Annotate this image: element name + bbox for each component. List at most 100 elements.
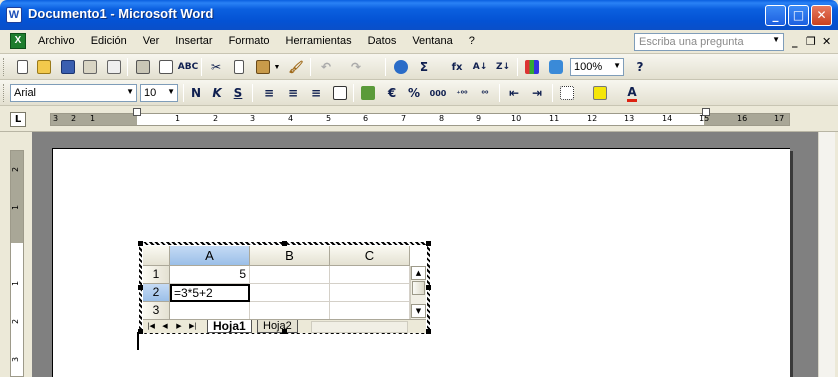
cell-a2[interactable]: =3*5+2	[170, 284, 250, 302]
increase-indent-icon[interactable]: ⇥	[527, 83, 547, 103]
resize-handle[interactable]	[282, 329, 287, 334]
spelling-icon[interactable]: ABC	[178, 57, 198, 77]
zoom-select[interactable]: 100% ▼	[570, 58, 624, 76]
right-indent-marker[interactable]	[702, 108, 710, 116]
column-header[interactable]: C	[330, 246, 410, 266]
row-header[interactable]: 3	[143, 302, 170, 320]
italic-button[interactable]: K	[207, 83, 227, 103]
next-sheet-icon[interactable]: ▶	[173, 321, 185, 332]
borders-icon[interactable]	[557, 83, 577, 103]
redo-icon[interactable]: ↷	[346, 57, 366, 77]
scroll-up-icon[interactable]: ▲	[411, 266, 426, 280]
open-folder-icon[interactable]	[34, 57, 54, 77]
word-app-icon[interactable]: W	[6, 7, 22, 23]
prev-sheet-icon[interactable]: ◀	[159, 321, 171, 332]
spreadsheet-grid[interactable]: A B C 1 2 3 5 =3*5+2 ▲ ▼ |◀ ◀ ▶ ▶| Hoja1…	[142, 245, 427, 333]
menu-formato[interactable]: Formato	[229, 35, 270, 47]
column-header[interactable]: B	[250, 246, 330, 266]
chevron-down-icon[interactable]: ▼	[613, 61, 621, 70]
cut-icon[interactable]: ✂	[206, 57, 226, 77]
increase-decimal-button[interactable]: ⁺⁰⁰	[452, 83, 472, 103]
print-icon[interactable]	[133, 57, 153, 77]
bold-button[interactable]: N	[186, 83, 206, 103]
doc-close-icon[interactable]: ✕	[822, 35, 831, 48]
cell-c1[interactable]	[330, 266, 410, 284]
chevron-down-icon[interactable]: ▼	[772, 35, 780, 44]
save-icon[interactable]	[58, 57, 78, 77]
embedded-spreadsheet[interactable]: A B C 1 2 3 5 =3*5+2 ▲ ▼ |◀ ◀ ▶ ▶| Hoja1…	[138, 241, 431, 334]
email-icon[interactable]	[104, 57, 124, 77]
euro-button[interactable]: €	[382, 83, 402, 103]
scroll-thumb[interactable]	[412, 281, 425, 295]
resize-handle[interactable]	[138, 329, 143, 334]
sort-ascending-icon[interactable]: A↓	[470, 57, 490, 77]
cell-b2[interactable]	[250, 284, 330, 302]
minimize-button[interactable]: _	[765, 5, 786, 26]
doc-restore-icon[interactable]: ❐	[806, 35, 816, 48]
align-left-icon[interactable]: ≡	[259, 83, 279, 103]
currency-icon[interactable]	[358, 83, 378, 103]
close-button[interactable]: ✕	[811, 5, 832, 26]
menu-archivo[interactable]: Archivo	[38, 35, 75, 47]
drawing-icon[interactable]	[546, 57, 566, 77]
row-header[interactable]: 2	[143, 284, 170, 302]
autosum-icon[interactable]: Σ	[414, 57, 434, 77]
cell-b1[interactable]	[250, 266, 330, 284]
chevron-down-icon[interactable]: ▼	[167, 87, 175, 96]
hyperlink-icon[interactable]	[391, 57, 411, 77]
decrease-indent-icon[interactable]: ⇤	[504, 83, 524, 103]
chart-wizard-icon[interactable]	[522, 57, 542, 77]
menu-help[interactable]: ?	[469, 35, 475, 47]
cell-a1[interactable]: 5	[170, 266, 250, 284]
menu-ventana[interactable]: Ventana	[412, 35, 452, 47]
underline-button[interactable]: S	[228, 83, 248, 103]
last-sheet-icon[interactable]: ▶|	[187, 321, 199, 332]
font-select[interactable]: Arial ▼	[10, 84, 137, 102]
thousands-button[interactable]: 000	[428, 83, 448, 103]
toolbar-grip[interactable]	[3, 58, 6, 76]
menu-datos[interactable]: Datos	[368, 35, 397, 47]
scroll-down-icon[interactable]: ▼	[411, 304, 426, 318]
paste-icon[interactable]	[253, 57, 273, 77]
cell-b3[interactable]	[250, 302, 330, 320]
sheet-tab-hoja2[interactable]: Hoja2	[257, 320, 298, 333]
sort-descending-icon[interactable]: Z↓	[493, 57, 513, 77]
chevron-down-icon[interactable]: ▼	[126, 87, 134, 96]
fill-color-icon[interactable]	[590, 83, 610, 103]
font-color-icon[interactable]: A	[622, 83, 642, 103]
spreadsheet-vertical-scrollbar[interactable]: ▲ ▼	[410, 266, 426, 319]
spreadsheet-horizontal-scrollbar[interactable]	[311, 321, 408, 333]
resize-handle[interactable]	[282, 241, 287, 246]
menu-herramientas[interactable]: Herramientas	[286, 35, 352, 47]
resize-handle[interactable]	[138, 241, 143, 246]
undo-icon[interactable]: ↶	[316, 57, 336, 77]
paste-dropdown-icon[interactable]: ▼	[272, 57, 282, 77]
doc-minimize-icon[interactable]: _	[792, 35, 798, 48]
first-sheet-icon[interactable]: |◀	[145, 321, 157, 332]
new-document-icon[interactable]	[12, 57, 32, 77]
resize-handle[interactable]	[426, 285, 431, 290]
sheet-tab-hoja1[interactable]: Hoja1	[207, 320, 252, 333]
permission-icon[interactable]	[80, 57, 100, 77]
menu-edicion[interactable]: Edición	[91, 35, 127, 47]
align-center-icon[interactable]: ≡	[283, 83, 303, 103]
select-all-corner[interactable]	[143, 246, 170, 266]
tab-selector[interactable]: L	[10, 112, 26, 127]
percent-button[interactable]: %	[404, 83, 424, 103]
left-indent-marker[interactable]	[133, 108, 141, 116]
function-icon[interactable]: fx	[447, 57, 467, 77]
menu-insertar[interactable]: Insertar	[175, 35, 212, 47]
merge-center-icon[interactable]	[330, 83, 350, 103]
font-size-select[interactable]: 10 ▼	[140, 84, 178, 102]
row-header[interactable]: 1	[143, 266, 170, 284]
copy-icon[interactable]	[229, 57, 249, 77]
help-icon[interactable]: ?	[630, 57, 650, 77]
vertical-scrollbar[interactable]	[818, 132, 835, 377]
format-painter-icon[interactable]: 🖌	[286, 57, 306, 77]
maximize-button[interactable]: □	[788, 5, 809, 26]
column-header[interactable]: A	[170, 246, 250, 266]
resize-handle[interactable]	[138, 285, 143, 290]
resize-handle[interactable]	[426, 241, 431, 246]
excel-object-icon[interactable]: X	[10, 33, 26, 49]
decrease-decimal-button[interactable]: ⁰⁰	[475, 83, 495, 103]
